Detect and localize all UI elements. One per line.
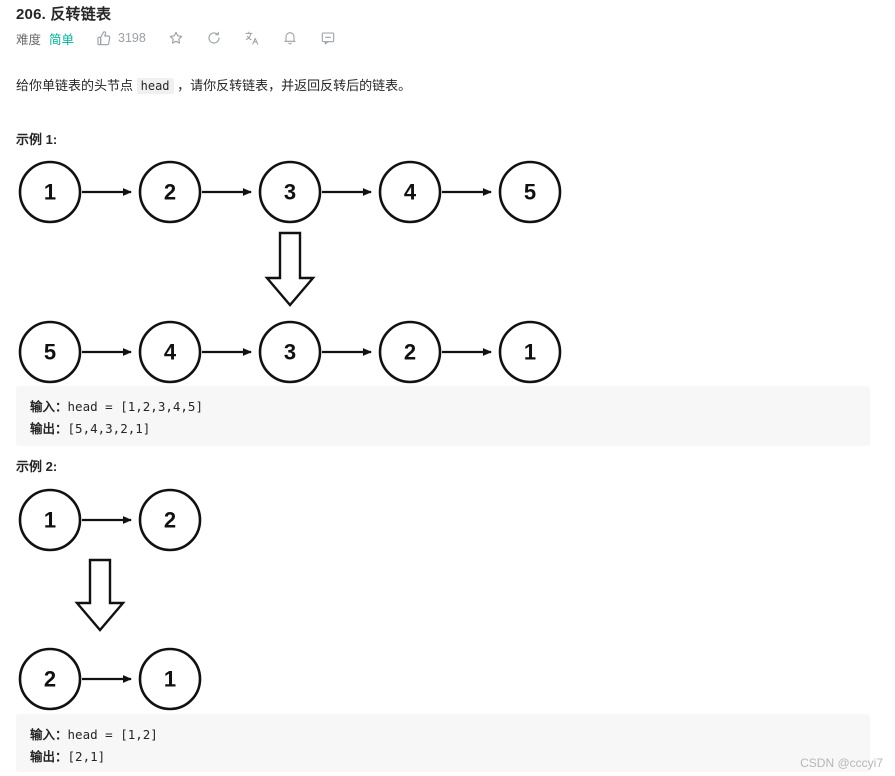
input-value: head = [1,2] xyxy=(67,727,158,742)
output-label: 输出： xyxy=(30,750,68,764)
difficulty-label: 难度 xyxy=(16,32,42,47)
node-circle: 4 xyxy=(378,160,442,224)
reverse-arrow-down-icon xyxy=(264,231,316,307)
translate-button[interactable] xyxy=(244,30,260,46)
input-label: 输入： xyxy=(30,728,68,742)
node-circle: 2 xyxy=(138,160,202,224)
node-value: 1 xyxy=(164,667,176,692)
example-1-io-block: 输入：head = [1,2,3,4,5] 输出：[5,4,3,2,1] xyxy=(16,386,870,446)
thumbs-up-icon xyxy=(96,30,112,46)
difficulty-value[interactable]: 简单 xyxy=(49,29,74,48)
problem-meta-row: 难度 简单 3198 xyxy=(16,28,358,48)
watermark: CSDN @cccyi7 xyxy=(800,756,883,770)
node-circle: 2 xyxy=(378,320,442,384)
node-circle: 2 xyxy=(18,647,82,711)
example-1-output-line: 输出：[5,4,3,2,1] xyxy=(30,418,856,440)
node-circle: 4 xyxy=(138,320,202,384)
node-value: 4 xyxy=(164,340,177,365)
example-1-input-line: 输入：head = [1,2,3,4,5] xyxy=(30,396,856,418)
node-value: 3 xyxy=(284,340,296,365)
input-label: 输入： xyxy=(30,400,68,414)
like-count: 3198 xyxy=(118,31,146,45)
node-value: 2 xyxy=(164,508,176,533)
node-circle: 2 xyxy=(138,488,202,552)
example-2-io-block: 输入：head = [1,2] 输出：[2,1] xyxy=(16,714,870,772)
node-circle: 5 xyxy=(498,160,562,224)
output-label: 输出： xyxy=(30,422,68,436)
example-2-heading: 示例 2: xyxy=(16,459,58,474)
description-text-before: 给你单链表的头节点 xyxy=(16,78,137,93)
problem-description: 给你单链表的头节点 head ，请你反转链表，并返回反转后的链表。 xyxy=(16,76,411,96)
node-value: 2 xyxy=(44,667,56,692)
favorite-button[interactable] xyxy=(168,30,184,46)
bell-icon xyxy=(282,30,298,46)
notification-button[interactable] xyxy=(282,30,298,46)
node-value: 1 xyxy=(44,180,56,205)
node-value: 5 xyxy=(44,340,56,365)
like-button[interactable]: 3198 xyxy=(96,30,146,46)
description-text-after: ，请你反转链表，并返回反转后的链表。 xyxy=(173,78,412,93)
example-2-diagram: 1 2 2 1 xyxy=(18,488,202,711)
refresh-icon xyxy=(206,30,222,46)
share-button[interactable] xyxy=(206,30,222,46)
node-value: 2 xyxy=(404,340,416,365)
reverse-arrow-down-icon xyxy=(74,558,126,632)
output-value: [5,4,3,2,1] xyxy=(67,421,151,436)
node-value: 1 xyxy=(524,340,536,365)
node-circle: 1 xyxy=(18,488,82,552)
node-value: 1 xyxy=(44,508,56,533)
input-value: head = [1,2,3,4,5] xyxy=(67,399,203,414)
node-value: 4 xyxy=(404,180,417,205)
page-title: 206. 反转链表 xyxy=(16,6,112,23)
node-value: 5 xyxy=(524,180,536,205)
node-circle: 5 xyxy=(18,320,82,384)
example-1-diagram: 1 2 3 4 5 5 4 3 2 1 xyxy=(18,160,562,384)
node-value: 2 xyxy=(164,180,176,205)
star-icon xyxy=(168,30,184,46)
node-circle: 3 xyxy=(258,160,322,224)
example-2-output-line: 输出：[2,1] xyxy=(30,746,856,768)
comment-button[interactable] xyxy=(320,30,336,46)
example-1-heading: 示例 1: xyxy=(16,132,58,147)
example-2-input-line: 输入：head = [1,2] xyxy=(30,724,856,746)
node-circle: 1 xyxy=(18,160,82,224)
inline-code-head: head xyxy=(136,78,174,94)
comment-icon xyxy=(320,30,336,46)
output-value: [2,1] xyxy=(67,749,106,764)
node-circle: 3 xyxy=(258,320,322,384)
node-value: 3 xyxy=(284,180,296,205)
translate-icon xyxy=(244,30,260,46)
node-circle: 1 xyxy=(138,647,202,711)
node-circle: 1 xyxy=(498,320,562,384)
